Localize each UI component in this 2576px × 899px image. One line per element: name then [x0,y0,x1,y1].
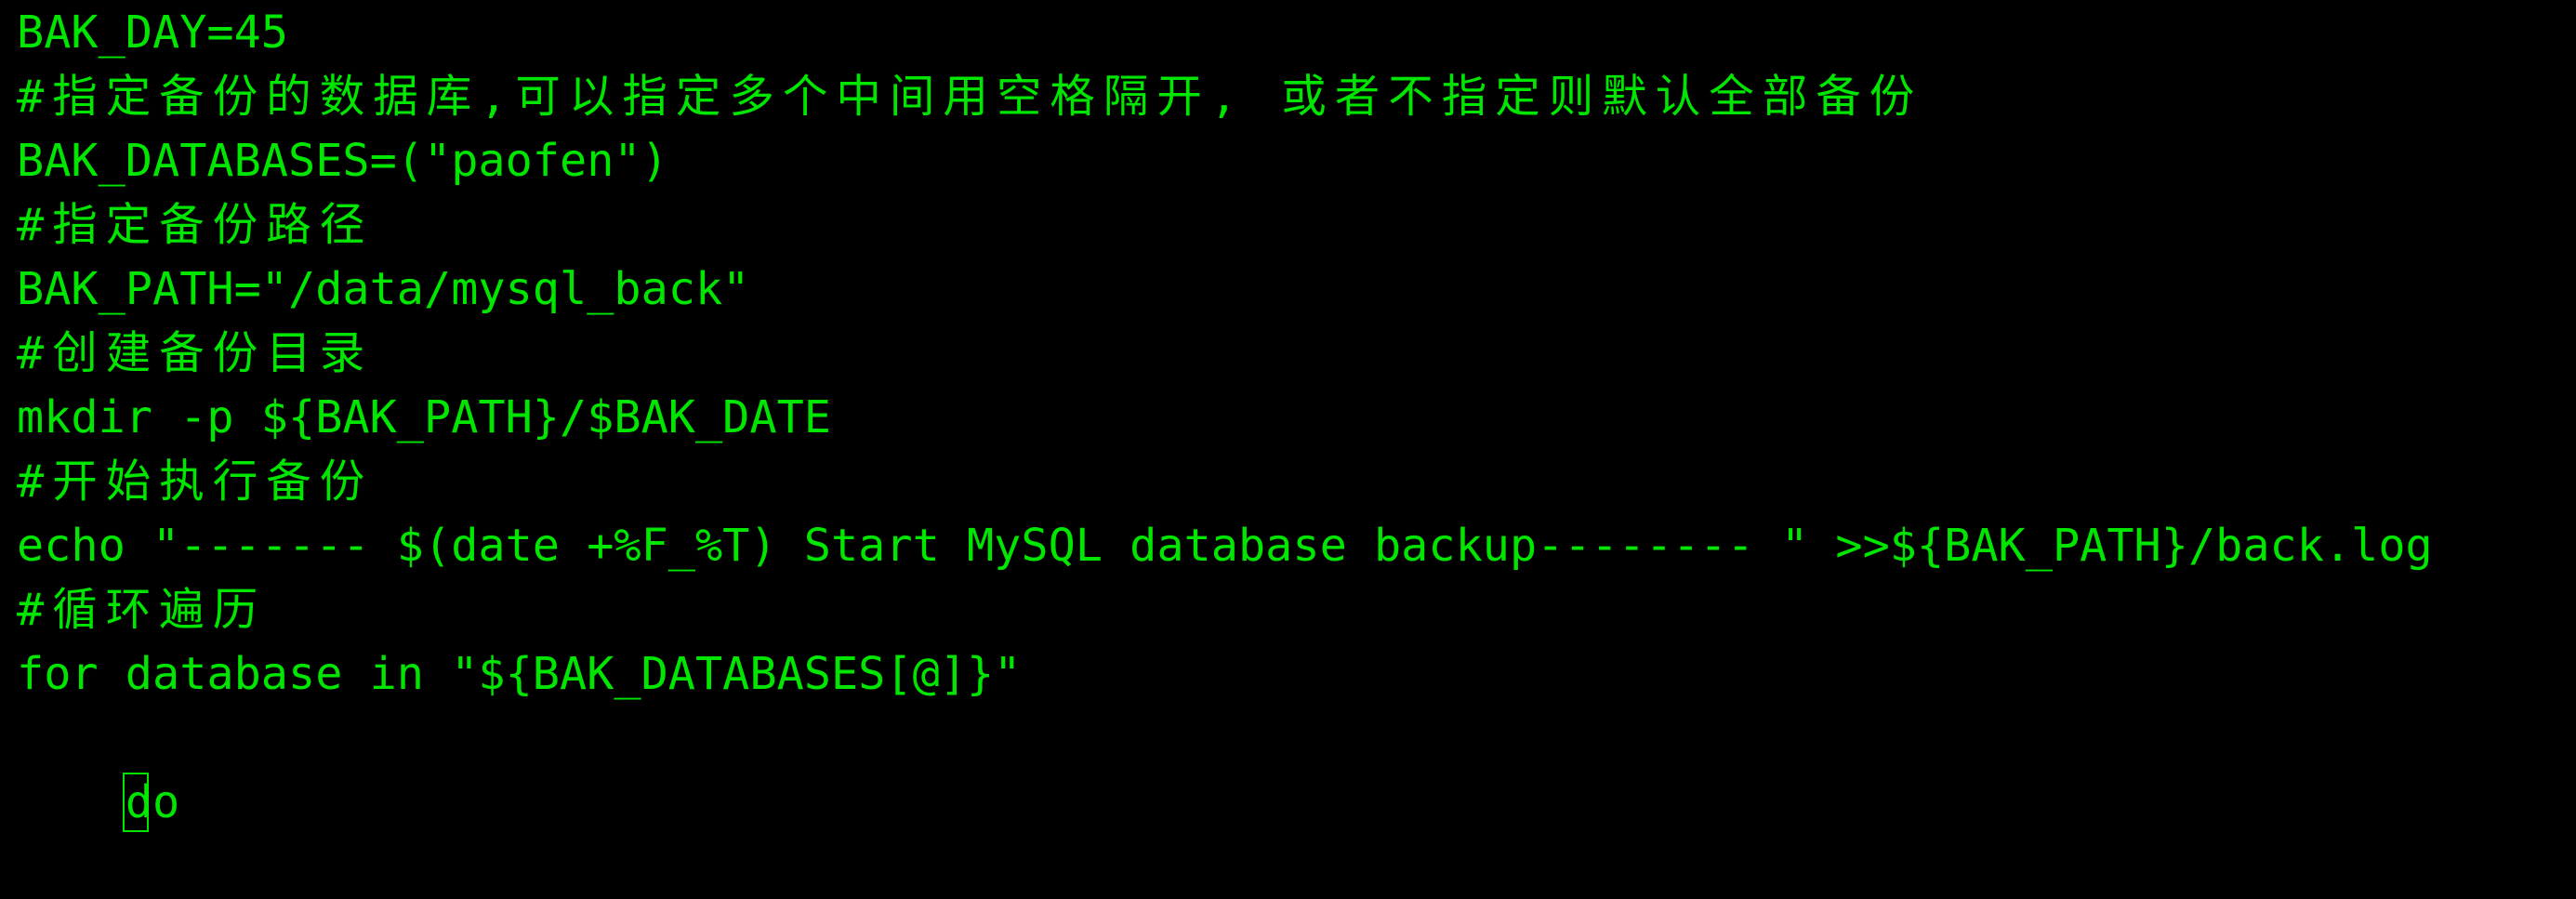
cursor-line-rest: o [152,776,180,828]
terminal-line: for database in "${BAK_DATABASES[@]}" [17,648,1022,700]
terminal-line: #开始执行备份 [17,456,374,508]
terminal-line: #循环遍历 [17,584,267,636]
terminal-cursor-line[interactable]: do [17,707,179,832]
terminal-window[interactable]: BAK_DAY=45 #指定备份的数据库,可以指定多个中间用空格隔开, 或者不指… [0,0,2576,832]
terminal-line: #指定备份的数据库,可以指定多个中间用空格隔开, 或者不指定则默认全部备份 [17,71,1923,123]
text-cursor[interactable]: d [122,771,152,835]
terminal-line: mkdir -p ${BAK_PATH}/$BAK_DATE [17,391,831,443]
terminal-line: BAK_PATH="/data/mysql_back" [17,263,750,315]
terminal-line: BAK_DATABASES=("paofen") [17,135,668,187]
terminal-line: #指定备份路径 [17,199,374,251]
terminal-line: BAK_DAY=45 [17,7,288,59]
terminal-line: echo "------- $(date +%F_%T) Start MySQL… [17,520,2433,572]
terminal-line: #创建备份目录 [17,327,374,379]
